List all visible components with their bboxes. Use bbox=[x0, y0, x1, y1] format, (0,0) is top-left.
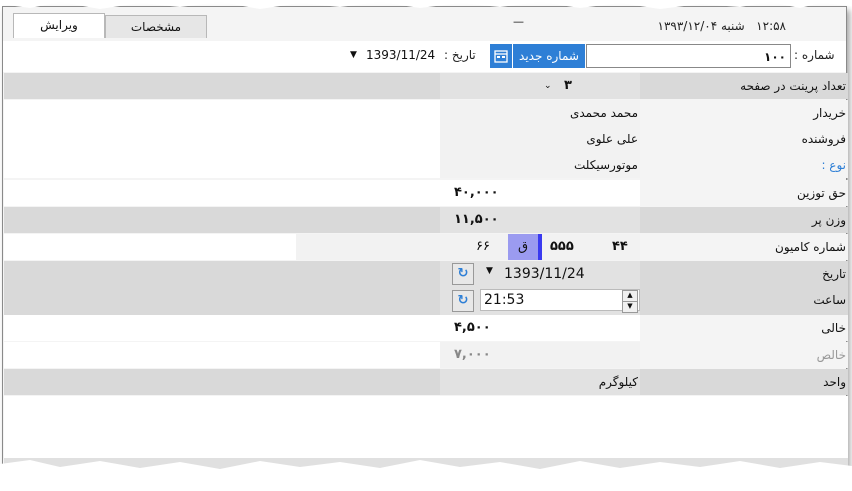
tab-specifications[interactable]: مشخصات bbox=[105, 15, 207, 38]
unit-value[interactable]: کیلوگرم bbox=[599, 369, 638, 395]
net-label: خالص bbox=[816, 348, 846, 362]
spin-down-icon[interactable]: ▼ bbox=[622, 301, 638, 313]
empty-area bbox=[4, 396, 848, 458]
row-date: تاریخ bbox=[4, 261, 848, 287]
new-number-button[interactable]: شماره جدید bbox=[513, 44, 585, 68]
net-value: ۷,۰۰۰ bbox=[454, 347, 491, 362]
plate-part-3[interactable]: ۶۶ bbox=[476, 234, 490, 260]
torn-edge-top bbox=[0, 0, 852, 9]
minimize-button[interactable]: — bbox=[513, 15, 524, 28]
row-unit: کیلوگرم واحد bbox=[4, 369, 848, 395]
truck-number-label: شماره کامیون bbox=[775, 240, 846, 254]
date-label: تاریخ : bbox=[444, 48, 476, 62]
type-value[interactable]: موتورسیکلت bbox=[574, 152, 638, 178]
torn-edge-bottom bbox=[0, 460, 852, 491]
date-select[interactable]: 1393/11/24 bbox=[366, 48, 435, 62]
calendar-icon[interactable] bbox=[490, 44, 512, 68]
buyer-label: خریدار bbox=[813, 106, 846, 120]
header-time: ۱۲:۵۸ bbox=[756, 19, 786, 33]
row-buyer: محمد محمدی خریدار bbox=[4, 100, 848, 126]
weigh-fee-label: حق توزین bbox=[796, 186, 846, 200]
unit-label: واحد bbox=[823, 375, 846, 389]
print-count-label: تعداد پرینت در صفحه bbox=[740, 79, 846, 93]
row-truck-number: شماره کامیون bbox=[4, 234, 848, 260]
type-label[interactable]: نوع : bbox=[821, 152, 846, 178]
date-row-label: تاریخ bbox=[822, 267, 846, 281]
row-full-weight: ۱۱,۵۰۰ وزن پر bbox=[4, 207, 848, 233]
empty-weight-value[interactable]: ۴,۵۰۰ bbox=[454, 315, 491, 341]
full-weight-value[interactable]: ۱۱,۵۰۰ bbox=[454, 207, 499, 233]
refresh-icon[interactable]: ↻ bbox=[452, 263, 474, 285]
header-datetime: ۱۲:۵۸ شنبه ۱۳۹۳/۱۲/۰۴ bbox=[658, 19, 787, 33]
empty-weight-label: خالی bbox=[821, 321, 846, 335]
chevron-down-icon[interactable]: ⌄ bbox=[544, 81, 552, 91]
date-row-value[interactable]: 1393/11/24 bbox=[504, 261, 585, 287]
buyer-value[interactable]: محمد محمدی bbox=[570, 100, 638, 126]
print-count-value[interactable]: ۳ bbox=[564, 73, 572, 99]
seller-label: فروشنده bbox=[801, 132, 846, 146]
row-type: موتورسیکلت نوع : bbox=[4, 152, 848, 178]
time-label: ساعت bbox=[813, 293, 846, 307]
tab-edit[interactable]: ویرایش bbox=[13, 13, 105, 38]
header-day: شنبه bbox=[720, 19, 745, 33]
seller-value[interactable]: علی علوی bbox=[586, 126, 638, 152]
plate-letter[interactable]: ق bbox=[508, 234, 542, 260]
refresh-icon[interactable]: ↻ bbox=[452, 290, 474, 312]
plate-part-1[interactable]: ۴۴ bbox=[612, 234, 628, 260]
number-input[interactable]: ۱۰۰ bbox=[586, 44, 791, 68]
time-input[interactable]: 21:53 bbox=[480, 289, 640, 311]
chevron-down-icon[interactable]: ▼ bbox=[350, 50, 357, 60]
weigh-fee-value[interactable]: ۴۰,۰۰۰ bbox=[454, 180, 499, 206]
header-date: ۱۳۹۳/۱۲/۰۴ bbox=[657, 19, 718, 33]
number-label: شماره : bbox=[794, 48, 835, 62]
full-weight-label: وزن پر bbox=[811, 213, 846, 227]
row-time: ساعت bbox=[4, 287, 848, 315]
chevron-down-icon[interactable]: ▼ bbox=[486, 266, 493, 276]
plate-part-2[interactable]: ۵۵۵ bbox=[550, 234, 574, 260]
row-seller: علی علوی فروشنده bbox=[4, 126, 848, 152]
row-weigh-fee: ۴۰,۰۰۰ حق توزین bbox=[4, 180, 848, 206]
row-print-count: ۳ ⌄ تعداد پرینت در صفحه bbox=[4, 73, 848, 99]
row-net: ۷,۰۰۰ خالص bbox=[4, 342, 848, 368]
row-empty-weight: ۴,۵۰۰ خالی bbox=[4, 315, 848, 341]
